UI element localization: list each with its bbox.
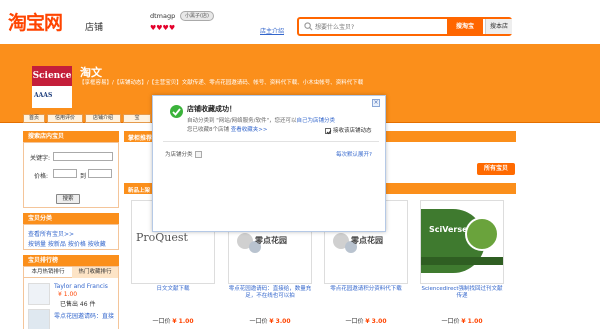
sort-links[interactable]: 按销量 按新品 按价格 按收藏 bbox=[28, 239, 106, 248]
check-mark-icon bbox=[172, 108, 181, 116]
product-price: 一口价 ¥ 1.00 bbox=[131, 316, 215, 325]
product-title[interactable]: 零点花园邀请码：直接给，数量充足，不在线也可以拍 bbox=[228, 286, 312, 300]
price-value: ¥ 1.00 bbox=[461, 318, 483, 325]
price-value: ¥ 3.00 bbox=[365, 318, 387, 325]
rank-item-sold: 已售出 46 件 bbox=[60, 301, 96, 308]
search-shop-button[interactable]: 搜本店 bbox=[485, 19, 512, 34]
garden-logo-text: 零点花园 bbox=[255, 236, 287, 245]
category-heading: 宝贝分类 bbox=[23, 213, 119, 224]
price-label: 一口价 bbox=[249, 318, 268, 325]
shop-intro-link[interactable]: 店主介绍 bbox=[260, 26, 284, 35]
category-select-label: 为店铺分类 bbox=[165, 152, 193, 158]
logo-subtitle: 店铺 bbox=[85, 23, 104, 33]
credit-hearts-icon: ♥♥♥♥ bbox=[150, 24, 176, 32]
product-card[interactable]: SciVerse Sciencedirect强制找回过刊文献传递 一口价 ¥ 1… bbox=[420, 200, 504, 328]
shop-description: 【享框容易】/【店铺动态】/【主营宝贝】文献传递、零点花园邀请码、帐号、资料代下… bbox=[79, 80, 364, 86]
receive-updates-checkbox[interactable]: 接收该店铺动态 bbox=[325, 126, 372, 134]
proquest-logo: ProQuest bbox=[136, 231, 188, 244]
category-panel: 查看所有宝贝>> 按销量 按新品 按价格 按收藏 bbox=[23, 224, 119, 250]
product-title[interactable]: 零点花园邀请积分资料代下载 bbox=[324, 286, 408, 293]
dialog-category-line: 自动分类到 "网站/网络服务/软件"，您还可以自己为店铺分类 bbox=[187, 116, 335, 124]
close-icon[interactable]: × bbox=[372, 99, 380, 107]
taobao-logo[interactable]: 淘宝网 bbox=[8, 8, 63, 35]
price-label: 一口价 bbox=[152, 318, 171, 325]
product-price: 一口价 ¥ 1.00 bbox=[420, 316, 504, 325]
chevron-down-icon[interactable] bbox=[194, 151, 202, 158]
rank-item2-thumbnail[interactable] bbox=[28, 309, 50, 329]
all-items-button[interactable]: 所有宝贝 bbox=[477, 163, 515, 175]
category-select[interactable]: 为店铺分类 bbox=[165, 150, 202, 158]
search-icon bbox=[304, 22, 313, 31]
rank-item2-title[interactable]: 零点花园邀请码：直接 bbox=[54, 311, 114, 320]
product-image[interactable]: SciVerse bbox=[420, 200, 504, 284]
keyword-label: 关键字: bbox=[30, 155, 51, 162]
science-logo[interactable]: Science AAAS bbox=[32, 66, 72, 108]
count-prefix: 您已收藏 bbox=[187, 127, 210, 133]
check-icon bbox=[170, 105, 183, 118]
rank-item-price: ¥ 1.00 bbox=[58, 291, 78, 298]
science-logo-text: Science bbox=[32, 66, 72, 86]
category-text: 自动分类到 "网站/网络服务/软件"，您还可以 bbox=[187, 118, 297, 124]
price-separator: 到 bbox=[80, 173, 87, 180]
garden-logo-text: 零点花园 bbox=[351, 236, 383, 245]
checkbox-label: 接收该店铺动态 bbox=[333, 128, 372, 134]
sciencedirect-circle-icon bbox=[465, 217, 499, 251]
product-price: 一口价 ¥ 3.00 bbox=[228, 316, 312, 325]
custom-category-link[interactable]: 自己为店铺分类 bbox=[297, 118, 336, 124]
shop-search-panel: 关键字: 价格: 到 搜索 bbox=[23, 142, 119, 208]
new-items-heading: 新品上架 bbox=[128, 188, 151, 194]
search-input[interactable] bbox=[315, 21, 435, 33]
dialog-title: 店铺收藏成功！ bbox=[187, 105, 236, 113]
tab-shop-intro[interactable]: 店铺介绍 bbox=[85, 114, 121, 123]
search-taobao-button[interactable]: 搜淘宝 bbox=[447, 19, 483, 34]
seller-info: dtmagp 小黑子(店) ♥♥♥♥ 店主介绍 bbox=[150, 11, 288, 40]
tab-ratings[interactable]: 信用评价 bbox=[47, 114, 83, 123]
rank-panel: 本月热销排行 热门收藏排行 Taylor and Francis ¥ 1.00 … bbox=[23, 266, 119, 329]
count-suffix: 个店铺 bbox=[212, 127, 230, 133]
dialog-count-line: 您已收藏8个店铺 查看收藏夹>> bbox=[187, 125, 268, 133]
price-label: 一口价 bbox=[441, 318, 460, 325]
all-items-link[interactable]: 查看所有宝贝>> bbox=[28, 229, 74, 238]
price-max-input[interactable] bbox=[88, 169, 112, 178]
search-box: 搜淘宝 搜本店 bbox=[297, 17, 512, 36]
rank-item-thumbnail[interactable] bbox=[28, 283, 50, 305]
aaas-logo-text: AAAS bbox=[34, 92, 53, 99]
favorite-success-dialog: × 店铺收藏成功！ 自动分类到 "网站/网络服务/软件"，您还可以自己为店铺分类… bbox=[152, 95, 386, 232]
shop-search-button[interactable]: 搜索 bbox=[56, 194, 80, 204]
product-title[interactable]: Sciencedirect强制找回过刊文献传递 bbox=[420, 286, 504, 300]
sidebar: 搜索店内宝贝 关键字: 价格: 到 搜索 宝贝分类 查看所有宝贝>> 按销量 按… bbox=[23, 131, 119, 329]
keyword-input[interactable] bbox=[53, 152, 113, 161]
seller-badge[interactable]: 小黑子(店) bbox=[180, 11, 214, 21]
price-label: 价格: bbox=[34, 173, 49, 180]
price-label: 一口价 bbox=[345, 318, 364, 325]
sciverse-logo-text: SciVerse bbox=[429, 225, 468, 234]
price-min-input[interactable] bbox=[53, 169, 77, 178]
tab-monthly-sales[interactable]: 本月热销排行 bbox=[24, 267, 72, 278]
rank-heading: 宝贝排行榜 bbox=[23, 255, 119, 266]
checkbox-icon[interactable] bbox=[325, 127, 332, 134]
top-header: 淘宝网 店铺 dtmagp 小黑子(店) ♥♥♥♥ 店主介绍 搜淘宝 搜本店 bbox=[0, 0, 600, 44]
tab-popular-favorites[interactable]: 热门收藏排行 bbox=[72, 267, 118, 278]
default-expand-link[interactable]: 每次默认展开? bbox=[336, 150, 372, 158]
product-title[interactable]: 日文文献下载 bbox=[131, 286, 215, 293]
dialog-divider bbox=[163, 141, 379, 142]
sciverse-menu-strip bbox=[421, 257, 503, 265]
price-value: ¥ 3.00 bbox=[269, 318, 291, 325]
price-value: ¥ 1.00 bbox=[172, 318, 194, 325]
rank-item-title[interactable]: Taylor and Francis bbox=[54, 283, 108, 290]
sidebar-search-heading: 搜索店内宝贝 bbox=[23, 131, 119, 142]
tab-home[interactable]: 首页 bbox=[23, 114, 45, 123]
tab-items[interactable]: 宝 bbox=[123, 114, 151, 123]
view-favorites-link[interactable]: 查看收藏夹>> bbox=[231, 127, 268, 133]
seller-name[interactable]: dtmagp bbox=[150, 12, 175, 20]
product-price: 一口价 ¥ 3.00 bbox=[324, 316, 408, 325]
